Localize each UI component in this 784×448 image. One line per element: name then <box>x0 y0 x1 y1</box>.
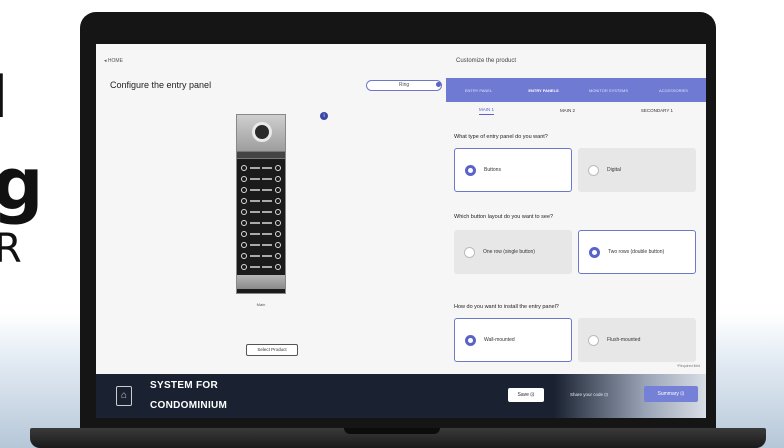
footer-bar: ⌂ SYSTEM FOR CONDOMINIUM Save ⊡ Share yo… <box>96 374 706 418</box>
question-panel-type: What type of entry panel do you want? <box>454 134 548 140</box>
option-one-row[interactable]: One row (single button) <box>454 230 572 274</box>
option-flush-mounted[interactable]: Flush-mounted <box>578 318 696 362</box>
brand-logo-icon: ⌂ <box>116 386 132 406</box>
button-row <box>239 206 283 217</box>
button-row <box>239 173 283 184</box>
speaker-grill <box>237 151 285 159</box>
laptop-notch <box>344 428 440 434</box>
option-label: Flush-mounted <box>607 336 641 343</box>
option-label: Digital <box>607 166 621 173</box>
radio-empty-icon <box>588 164 599 176</box>
step-monitor-systems[interactable]: MONITOR SYSTEMS <box>584 88 634 93</box>
background-letter: R <box>0 226 22 272</box>
question-button-layout: Which button layout do you want to see? <box>454 214 554 220</box>
background-letter: g <box>0 142 44 226</box>
button-row <box>239 261 283 272</box>
camera-lens-icon <box>252 122 272 142</box>
tab-main-1[interactable]: MAIN 1 <box>478 107 494 115</box>
option-label: Wall-mounted <box>484 336 515 343</box>
device-caption: Main <box>256 302 266 307</box>
select-product-button[interactable]: Select Product <box>246 344 298 356</box>
button-row <box>239 184 283 195</box>
button-row <box>239 162 283 173</box>
step-accessories[interactable]: ACCESSORIES <box>649 88 699 93</box>
customize-panel: Customize the product ENTRY PANEL ENTRY … <box>446 44 706 374</box>
button-row <box>239 228 283 239</box>
brand-line-1: SYSTEM FOR <box>150 380 219 391</box>
share-code-link[interactable]: Share your code ⊡ <box>570 392 608 398</box>
option-label: Buttons <box>484 166 501 173</box>
info-icon[interactable]: i <box>320 112 328 120</box>
background-letter: I <box>0 62 8 132</box>
ring-indicator-icon <box>436 82 441 87</box>
preview-panel: ◂ HOME Configure the entry panel Ring i … <box>96 44 446 374</box>
brand-line-2: CONDOMINIUM <box>150 400 228 411</box>
step-entry-panel[interactable]: ENTRY PANEL <box>454 88 504 93</box>
button-row <box>239 195 283 206</box>
button-row <box>239 250 283 261</box>
option-label: One row (single button) <box>483 248 535 255</box>
call-buttons <box>237 159 285 275</box>
option-buttons[interactable]: Buttons <box>454 148 572 192</box>
step-entry-panels[interactable]: ENTRY PANELS <box>519 88 569 93</box>
option-two-rows[interactable]: Two rows (double button) <box>578 230 696 274</box>
panel-subtabs: MAIN 1 MAIN 2 SECONDARY 1 <box>446 104 706 118</box>
camera-module <box>237 115 285 151</box>
summary-button[interactable]: Summary ⊡ <box>644 386 698 402</box>
radio-empty-icon <box>588 334 599 346</box>
required-note: *Required field <box>677 364 700 368</box>
panel-bottom-plate <box>237 275 285 289</box>
radio-empty-icon <box>464 246 475 258</box>
button-row <box>239 239 283 250</box>
question-installation: How do you want to install the entry pan… <box>454 304 559 310</box>
option-wall-mounted[interactable]: Wall-mounted <box>454 318 572 362</box>
radio-selected-icon <box>465 334 476 346</box>
entry-panel-preview <box>236 114 286 294</box>
button-row <box>239 217 283 228</box>
save-button[interactable]: Save ⊡ <box>508 388 544 402</box>
back-home-link[interactable]: ◂ HOME <box>104 58 123 64</box>
customize-title: Customize the product <box>456 58 517 64</box>
page-title: Configure the entry panel <box>110 80 212 90</box>
radio-selected-icon <box>465 164 476 176</box>
tab-main-2[interactable]: MAIN 2 <box>560 108 575 115</box>
laptop-screen: ◂ HOME Configure the entry panel Ring i … <box>96 44 706 418</box>
step-bar: ENTRY PANEL ENTRY PANELS MONITOR SYSTEMS… <box>446 78 706 102</box>
option-label: Two rows (double button) <box>608 248 665 255</box>
option-digital[interactable]: Digital <box>578 148 696 192</box>
radio-selected-icon <box>589 246 600 258</box>
ring-button[interactable]: Ring <box>366 80 442 91</box>
tab-secondary-1[interactable]: SECONDARY 1 <box>641 108 673 115</box>
